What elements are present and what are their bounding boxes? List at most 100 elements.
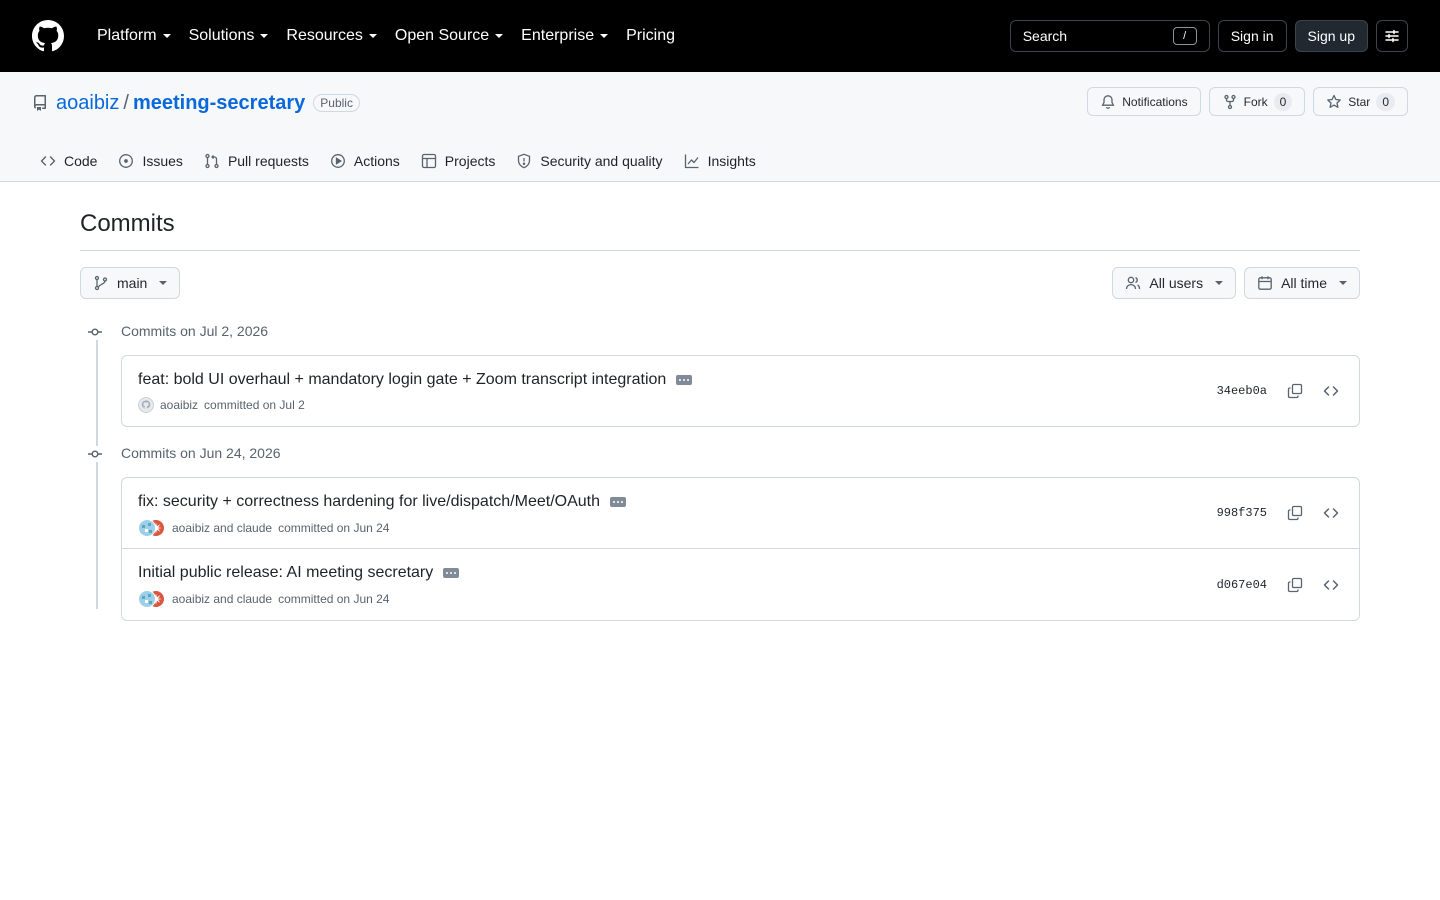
- expand-commit-description-button[interactable]: [676, 375, 693, 385]
- repo-name-link[interactable]: meeting-secretary: [133, 92, 305, 115]
- header-actions: Search / Sign in Sign up: [1009, 20, 1408, 52]
- bell-icon: [1101, 94, 1115, 109]
- fork-label: Fork: [1243, 94, 1268, 109]
- shield-icon: [518, 153, 531, 169]
- repo-tabs: Code Issues Pull requests Actions Projec…: [32, 142, 769, 180]
- browse-repo-at-commit-button[interactable]: [1319, 573, 1343, 597]
- commit-date: committed on Jun 24: [278, 521, 390, 535]
- github-logo-icon[interactable]: [32, 20, 64, 52]
- code-icon: [1323, 508, 1339, 518]
- browse-repo-at-commit-button[interactable]: [1319, 501, 1343, 525]
- star-icon: [1327, 94, 1342, 108]
- fork-icon: [1223, 94, 1236, 109]
- browse-repo-at-commit-button[interactable]: [1319, 379, 1343, 403]
- commit-sha-link[interactable]: d067e04: [1217, 578, 1267, 592]
- star-label: Star: [1348, 94, 1371, 109]
- copy-sha-button[interactable]: [1283, 573, 1307, 597]
- commit-author[interactable]: aoaibiz and claude: [172, 521, 272, 535]
- timeline-line: [96, 333, 98, 609]
- search-label: Search: [1022, 28, 1068, 44]
- tab-pull-requests[interactable]: Pull requests: [196, 145, 322, 177]
- commit-date: committed on Jun 24: [278, 592, 390, 606]
- commit-author[interactable]: aoaibiz and claude: [172, 592, 272, 606]
- tab-security[interactable]: Security and quality: [508, 145, 675, 177]
- repo-title: aoaibiz / meeting-secretary Public: [32, 92, 360, 114]
- coauthor-avatars[interactable]: [138, 519, 166, 537]
- search-shortcut-key: /: [1172, 27, 1197, 45]
- copy-icon: [1287, 577, 1303, 592]
- copy-sha-button[interactable]: [1283, 501, 1307, 525]
- filters-right: All users All time: [1112, 267, 1360, 299]
- commit-sha-link[interactable]: 998f375: [1217, 506, 1267, 520]
- commit-timeline: Commits on Jul 2, 2026 feat: bold UI ove…: [80, 321, 1360, 621]
- tab-projects[interactable]: Projects: [413, 145, 509, 177]
- visibility-badge: Public: [313, 94, 360, 112]
- coauthor-avatars[interactable]: [138, 590, 166, 608]
- notifications-button[interactable]: Notifications: [1087, 87, 1201, 116]
- repo-icon: [34, 95, 46, 111]
- commit-sha-link[interactable]: 34eeb0a: [1217, 384, 1267, 398]
- star-button[interactable]: Star 0: [1313, 87, 1408, 116]
- tab-issues[interactable]: Issues: [110, 145, 195, 177]
- time-filter-button[interactable]: All time: [1244, 267, 1360, 299]
- tab-actions[interactable]: Actions: [322, 145, 413, 177]
- search-input[interactable]: Search /: [1009, 20, 1210, 52]
- people-icon: [1126, 276, 1141, 290]
- commit-message-link[interactable]: fix: security + correctness hardening fo…: [138, 493, 600, 511]
- graph-icon: [684, 154, 699, 169]
- repo-actions: Notifications Fork 0 Star 0: [1087, 87, 1408, 116]
- chevron-down-icon: [162, 34, 171, 38]
- commit-author[interactable]: aoaibiz: [160, 398, 198, 412]
- nav-open-source[interactable]: Open Source: [386, 20, 512, 52]
- commit-icon: [87, 446, 103, 462]
- commit-message-link[interactable]: Initial public release: AI meeting secre…: [138, 564, 433, 582]
- chevron-down-icon: [495, 34, 504, 38]
- issue-icon: [119, 154, 134, 168]
- copy-sha-button[interactable]: [1283, 379, 1307, 403]
- branch-select-button[interactable]: main: [80, 267, 181, 299]
- commit-group-heading: Commits on Jul 2, 2026: [87, 321, 1360, 341]
- star-count: 0: [1376, 92, 1395, 111]
- nav-resources[interactable]: Resources: [277, 20, 385, 52]
- tab-code[interactable]: Code: [32, 145, 110, 177]
- branch-icon: [94, 275, 108, 291]
- chevron-down-icon: [1339, 281, 1347, 285]
- repo-header: aoaibiz / meeting-secretary Public Notif…: [0, 72, 1440, 182]
- repo-path-separator: /: [123, 91, 129, 114]
- commit-row: Initial public release: AI meeting secre…: [122, 548, 1359, 620]
- repo-owner-link[interactable]: aoaibiz: [56, 92, 119, 115]
- code-icon: [1323, 386, 1339, 396]
- sign-in-button[interactable]: Sign in: [1217, 20, 1287, 52]
- page-title: Commits: [80, 210, 1360, 251]
- nav-solutions[interactable]: Solutions: [180, 20, 278, 52]
- commit-filters: main All users All time: [80, 267, 1360, 299]
- commit-row: feat: bold UI overhaul + mandatory login…: [122, 356, 1359, 426]
- expand-commit-description-button[interactable]: [443, 568, 460, 578]
- table-icon: [421, 153, 436, 169]
- avatar[interactable]: [138, 397, 154, 413]
- global-nav: Platform Solutions Resources Open Source…: [88, 20, 684, 52]
- nav-enterprise[interactable]: Enterprise: [512, 20, 617, 52]
- global-header: Platform Solutions Resources Open Source…: [0, 0, 1440, 72]
- commit-row: fix: security + correctness hardening fo…: [122, 478, 1359, 548]
- tab-insights[interactable]: Insights: [676, 145, 769, 177]
- copy-icon: [1287, 383, 1303, 399]
- commit-list: fix: security + correctness hardening fo…: [121, 477, 1360, 621]
- time-filter-label: All time: [1281, 275, 1327, 291]
- sign-up-button[interactable]: Sign up: [1294, 20, 1368, 52]
- commit-message-link[interactable]: feat: bold UI overhaul + mandatory login…: [138, 371, 666, 389]
- fork-button[interactable]: Fork 0: [1208, 87, 1306, 116]
- notifications-label: Notifications: [1122, 94, 1188, 109]
- appearance-settings-button[interactable]: [1376, 20, 1408, 52]
- copy-icon: [1287, 505, 1303, 521]
- commit-list: feat: bold UI overhaul + mandatory login…: [121, 355, 1360, 427]
- expand-commit-description-button[interactable]: [610, 497, 626, 507]
- chevron-down-icon: [600, 34, 609, 38]
- users-filter-button[interactable]: All users: [1112, 267, 1237, 299]
- fork-count: 0: [1273, 92, 1293, 111]
- commit-date: committed on Jul 2: [204, 398, 305, 412]
- nav-platform[interactable]: Platform: [88, 20, 180, 52]
- chevron-down-icon: [368, 34, 377, 38]
- users-filter-label: All users: [1149, 275, 1204, 291]
- nav-pricing[interactable]: Pricing: [617, 20, 684, 52]
